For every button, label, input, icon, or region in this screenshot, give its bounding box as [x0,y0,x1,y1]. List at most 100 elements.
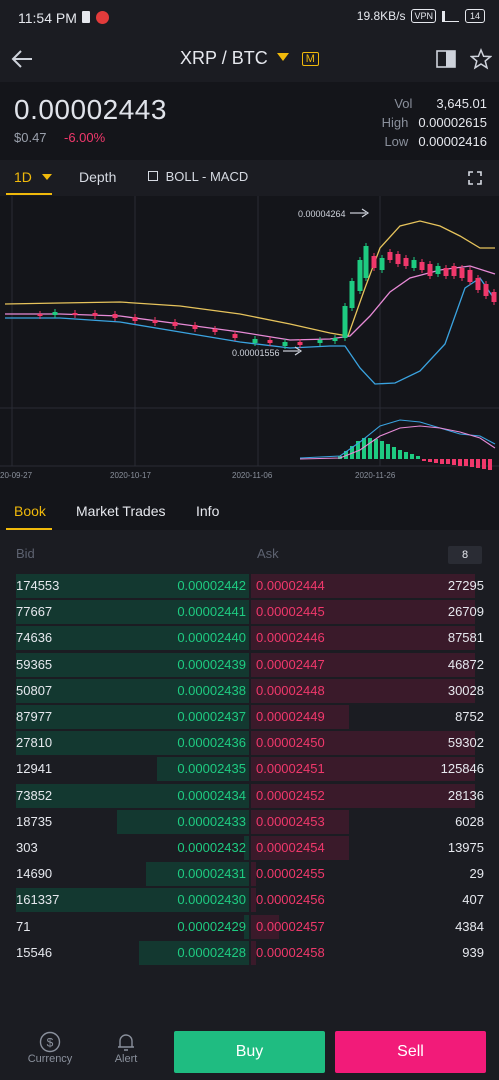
indicator-icon[interactable] [148,171,158,181]
ask-quantity[interactable]: 8752 [455,709,484,724]
bid-quantity[interactable]: 161337 [16,892,59,907]
ask-quantity[interactable]: 27295 [448,578,484,593]
tab-book[interactable]: Book [14,503,46,519]
bid-price[interactable]: 0.00002434 [177,788,246,803]
ask-price[interactable]: 0.00002453 [256,814,325,829]
pair-title[interactable]: XRP / BTC [180,48,268,68]
ask-price[interactable]: 0.00002447 [256,657,325,672]
ask-quantity[interactable]: 125846 [441,761,484,776]
bid-quantity[interactable]: 174553 [16,578,59,593]
pair-selector[interactable]: XRP / BTC M [0,48,499,69]
caret-down-icon[interactable] [41,174,52,180]
bid-quantity[interactable]: 12941 [16,761,52,776]
bid-price[interactable]: 0.00002440 [177,630,246,645]
order-row[interactable]: 73852 0.00002434 0.00002452 28136 [0,783,499,810]
ask-quantity[interactable]: 28136 [448,788,484,803]
bid-quantity[interactable]: 74636 [16,630,52,645]
ask-price[interactable]: 0.00002455 [256,866,325,881]
tab-market-trades[interactable]: Market Trades [76,503,165,519]
order-row[interactable]: 14690 0.00002431 0.00002455 29 [0,862,499,888]
candlestick-chart[interactable] [0,196,499,480]
ask-price[interactable]: 0.00002458 [256,945,325,960]
ask-quantity[interactable]: 939 [462,945,484,960]
ask-price[interactable]: 0.00002450 [256,735,325,750]
bid-quantity[interactable]: 59365 [16,657,52,672]
order-row[interactable]: 174553 0.00002442 0.00002444 27295 [0,574,499,600]
ask-price[interactable]: 0.00002444 [256,578,325,593]
buy-button[interactable]: Buy [174,1031,325,1073]
ask-quantity[interactable]: 4384 [455,919,484,934]
bid-price[interactable]: 0.00002442 [177,578,246,593]
order-row[interactable]: 15546 0.00002428 0.00002458 939 [0,940,499,967]
ask-quantity[interactable]: 13975 [448,840,484,855]
ask-price[interactable]: 0.00002451 [256,761,325,776]
tab-depth[interactable]: Depth [79,169,116,185]
ask-quantity[interactable]: 30028 [448,683,484,698]
bid-price[interactable]: 0.00002441 [177,604,246,619]
ask-price[interactable]: 0.00002446 [256,630,325,645]
tab-info[interactable]: Info [196,503,219,519]
bid-price[interactable]: 0.00002438 [177,683,246,698]
ask-price[interactable]: 0.00002454 [256,840,325,855]
ask-price[interactable]: 0.00002445 [256,604,325,619]
bid-quantity[interactable]: 50807 [16,683,52,698]
order-row[interactable]: 18735 0.00002433 0.00002453 6028 [0,809,499,836]
order-row[interactable]: 77667 0.00002441 0.00002445 26709 [0,600,499,626]
interval-selector[interactable]: 1D [14,169,52,185]
bid-price[interactable]: 0.00002439 [177,657,246,672]
fullscreen-icon[interactable] [468,171,482,185]
interval-label[interactable]: 1D [14,169,32,185]
order-row[interactable]: 87977 0.00002437 0.00002449 8752 [0,705,499,731]
bid-price[interactable]: 0.00002430 [177,892,246,907]
ask-quantity[interactable]: 46872 [448,657,484,672]
favorite-star-icon[interactable] [470,48,492,70]
ask-quantity[interactable]: 6028 [455,814,484,829]
layout-toggle-icon[interactable] [436,50,456,68]
order-row[interactable]: 74636 0.00002440 0.00002446 87581 [0,626,499,652]
bid-quantity[interactable]: 73852 [16,788,52,803]
bid-price[interactable]: 0.00002433 [177,814,246,829]
order-row[interactable]: 27810 0.00002436 0.00002450 59302 [0,731,499,757]
bid-quantity[interactable]: 14690 [16,866,52,881]
order-row[interactable]: 303 0.00002432 0.00002454 13975 [0,836,499,862]
bid-quantity[interactable]: 87977 [16,709,52,724]
depth-selector[interactable]: 8 [448,546,482,564]
ask-quantity[interactable]: 26709 [448,604,484,619]
alert-button[interactable]: Alert [106,1031,146,1065]
currency-label[interactable]: Currency [20,1053,80,1065]
bid-price[interactable]: 0.00002431 [177,866,246,881]
indicator-label[interactable]: BOLL - MACD [166,169,249,184]
ask-quantity[interactable]: 87581 [448,630,484,645]
ask-price[interactable]: 0.00002449 [256,709,325,724]
bid-quantity[interactable]: 71 [16,919,30,934]
bid-quantity[interactable]: 27810 [16,735,52,750]
currency-button[interactable]: $ Currency [20,1031,80,1065]
order-row[interactable]: 12941 0.00002435 0.00002451 125846 [0,757,499,783]
alert-label[interactable]: Alert [106,1053,146,1065]
sell-button[interactable]: Sell [335,1031,486,1073]
ask-quantity[interactable]: 407 [462,892,484,907]
order-row[interactable]: 59365 0.00002439 0.00002447 46872 [0,652,499,679]
bid-price[interactable]: 0.00002436 [177,735,246,750]
bid-price[interactable]: 0.00002428 [177,945,246,960]
bid-quantity[interactable]: 18735 [16,814,52,829]
order-row[interactable]: 161337 0.00002430 0.00002456 407 [0,888,499,914]
bell-icon[interactable] [115,1031,137,1053]
bid-quantity[interactable]: 303 [16,840,38,855]
caret-down-icon[interactable] [276,53,289,61]
ask-price[interactable]: 0.00002457 [256,919,325,934]
indicator-selector[interactable]: BOLL - MACD [148,169,248,184]
ask-quantity[interactable]: 29 [470,866,484,881]
ask-quantity[interactable]: 59302 [448,735,484,750]
ask-price[interactable]: 0.00002456 [256,892,325,907]
ask-price[interactable]: 0.00002452 [256,788,325,803]
bid-quantity[interactable]: 77667 [16,604,52,619]
bid-price[interactable]: 0.00002435 [177,761,246,776]
order-row[interactable]: 71 0.00002429 0.00002457 4384 [0,914,499,941]
bid-quantity[interactable]: 15546 [16,945,52,960]
bid-price[interactable]: 0.00002432 [177,840,246,855]
ask-price[interactable]: 0.00002448 [256,683,325,698]
bid-price[interactable]: 0.00002429 [177,919,246,934]
price-chart[interactable]: 0.00004264 0.00001556 20-09-27 2020-10-1… [0,196,499,480]
currency-icon[interactable]: $ [39,1031,61,1053]
